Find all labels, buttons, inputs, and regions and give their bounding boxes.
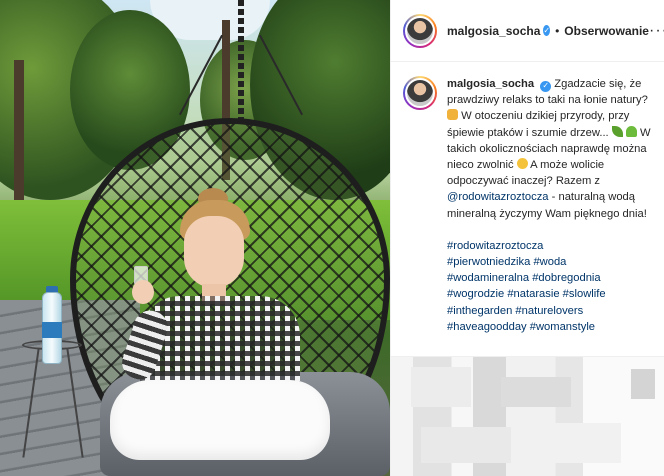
hashtag-list: #rodowitazroztocza #pierwotniedzika #wod… xyxy=(447,238,652,335)
caption-text: malgosia_socha ✓ Zgadzacie się, że prawd… xyxy=(447,76,652,335)
hashtag-line[interactable]: #pierwotniedzika #woda xyxy=(447,254,652,270)
white-trousers xyxy=(110,380,330,460)
mention-link[interactable]: @rodowitazroztocza xyxy=(447,191,549,203)
following-button[interactable]: Obserwowanie xyxy=(564,24,649,38)
verified-badge-icon: ✓ xyxy=(543,25,551,36)
swing-chain xyxy=(238,0,244,125)
separator-dot: • xyxy=(555,23,560,38)
hashtag-line[interactable]: #rodowitazroztocza xyxy=(447,238,652,254)
blurred-block xyxy=(541,423,621,463)
seedling-emoji-icon xyxy=(625,125,637,137)
post-side-panel: malgosia_socha ✓ • Obserwowanie ··· malg… xyxy=(390,0,664,476)
caption-username[interactable]: malgosia_socha xyxy=(447,78,534,90)
blurred-block xyxy=(411,367,471,407)
blurred-comments-area xyxy=(391,356,664,476)
blurred-block xyxy=(631,369,655,399)
hashtag-line[interactable]: #wodamineralna #dobregodnia xyxy=(447,270,652,286)
bottle-label xyxy=(42,322,62,338)
face xyxy=(184,216,244,288)
caption-text-2: W otoczeniu dzikiej przyrody, przy śpiew… xyxy=(447,110,630,139)
blurred-block xyxy=(421,427,511,463)
verified-badge-icon: ✓ xyxy=(540,80,552,92)
avatar[interactable] xyxy=(403,13,437,48)
header-username[interactable]: malgosia_socha xyxy=(447,24,540,38)
post-header: malgosia_socha ✓ • Obserwowanie ··· xyxy=(391,0,664,62)
woman xyxy=(110,188,340,476)
post-photo[interactable] xyxy=(0,0,390,476)
blurred-block xyxy=(501,377,571,407)
hashtag-line[interactable]: #wogrodzie #natarasie #slowlife xyxy=(447,286,652,302)
hashtag-line[interactable]: #inthegarden #naturelovers xyxy=(447,303,652,319)
instagram-post: malgosia_socha ✓ • Obserwowanie ··· malg… xyxy=(0,0,664,476)
leaf-emoji-icon xyxy=(611,125,623,137)
avatar-image xyxy=(405,15,435,46)
caption-comment: malgosia_socha ✓ Zgadzacie się, że prawd… xyxy=(391,62,664,335)
more-options-icon[interactable]: ··· xyxy=(649,22,664,39)
caption-avatar[interactable] xyxy=(403,76,437,110)
avatar-image xyxy=(405,78,435,108)
hand xyxy=(132,280,154,304)
hashtag-line[interactable]: #haveagoodday #womanstyle xyxy=(447,319,652,335)
smile-emoji-icon xyxy=(516,158,528,170)
alarm-clock-emoji-icon xyxy=(447,109,458,121)
